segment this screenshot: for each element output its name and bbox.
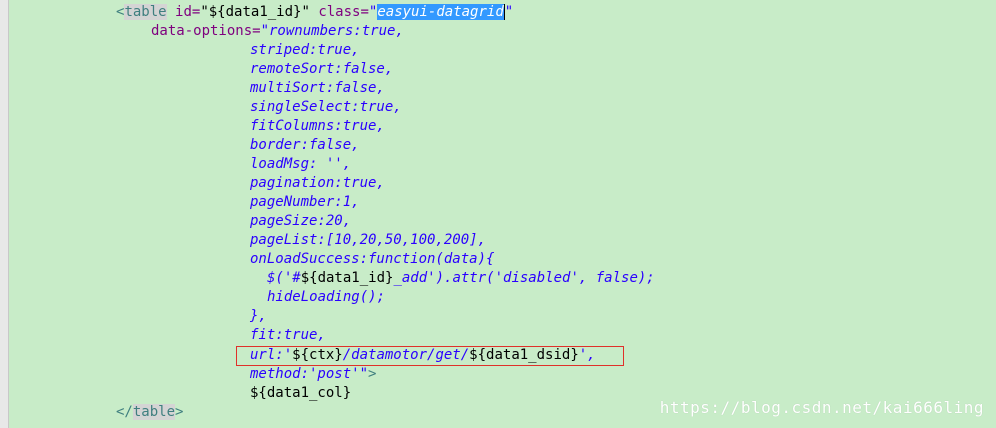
code-line-option[interactable]: onLoadSuccess:function(data){ xyxy=(250,250,494,269)
tag-bracket: > xyxy=(368,366,377,382)
code-line-inner-attr[interactable]: $('#${data1_id}_add').attr('disabled', f… xyxy=(267,269,655,288)
watermark: https://blog.csdn.net/kai666ling xyxy=(659,398,984,417)
code-line-option[interactable]: loadMsg: '', xyxy=(250,155,351,174)
code-line-option[interactable]: pageList:[10,20,50,100,200], xyxy=(250,231,486,250)
template-var: ${data1_id} xyxy=(300,270,394,286)
option-text: "rownumbers:true, xyxy=(260,23,404,39)
code-line-data-options[interactable]: data-options="rownumbers:true, xyxy=(151,22,404,41)
tag-bracket: </ xyxy=(116,404,133,420)
tag-name: table xyxy=(132,404,176,420)
attr-id: id= xyxy=(166,4,201,20)
code-line-option[interactable]: remoteSort:false, xyxy=(250,60,393,79)
tag-name: table xyxy=(124,4,167,20)
attr-data-options: data-options= xyxy=(151,23,261,39)
code-line-option[interactable]: border:false, xyxy=(250,136,360,155)
code-line-col[interactable]: ${data1_col} xyxy=(250,384,351,403)
attr-id-value: "${data1_id}" xyxy=(200,4,310,20)
quote-close: " xyxy=(504,4,514,20)
code-line-option[interactable]: striped:true, xyxy=(250,41,360,60)
code-line-option[interactable]: fitColumns:true, xyxy=(250,117,385,136)
highlight-box xyxy=(236,346,624,366)
code-line-method[interactable]: method:'post'"> xyxy=(250,365,376,384)
option-text: method:'post' xyxy=(250,366,360,382)
quote-close: " xyxy=(359,366,369,382)
code-line-option[interactable]: pagination:true, xyxy=(250,174,385,193)
code-line-hide-loading[interactable]: hideLoading(); xyxy=(267,288,385,307)
selected-text[interactable]: easyui-datagrid xyxy=(377,4,504,20)
code-line-fit[interactable]: fit:true, xyxy=(250,326,326,345)
code-line-option[interactable]: singleSelect:true, xyxy=(250,98,402,117)
attr-class: class= xyxy=(309,4,369,20)
code-line-table-open[interactable]: <table id="${data1_id}" class="easyui-da… xyxy=(116,3,513,22)
code-line-option[interactable]: pageSize:20, xyxy=(250,212,351,231)
code-line-option[interactable]: pageNumber:1, xyxy=(250,193,360,212)
option-text: $('# xyxy=(267,270,301,286)
code-line-table-close[interactable]: </table> xyxy=(116,403,183,422)
option-text: _add').attr('disabled', false); xyxy=(393,270,655,286)
tag-bracket: > xyxy=(175,404,184,420)
code-line-option[interactable]: multiSort:false, xyxy=(250,79,385,98)
code-line-close-brace[interactable]: }, xyxy=(250,307,267,326)
